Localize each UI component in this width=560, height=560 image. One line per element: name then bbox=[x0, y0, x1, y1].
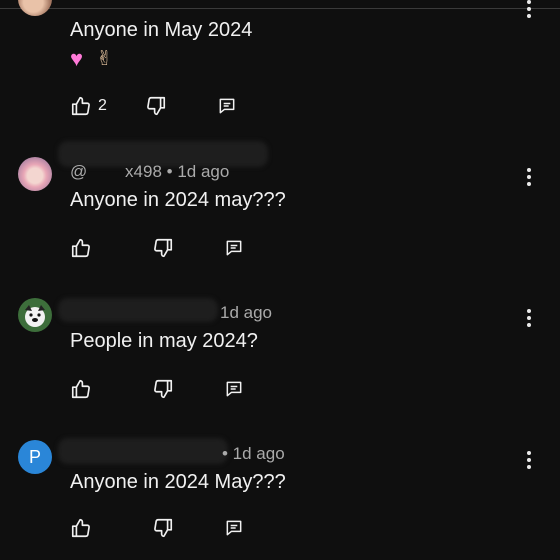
more-vert-icon[interactable] bbox=[526, 0, 532, 18]
comment-meta: @ x498 • 1d ago bbox=[70, 162, 229, 182]
comment-age: 1d ago bbox=[220, 303, 272, 322]
comment-age: • 1d ago bbox=[222, 444, 285, 463]
thumbs-up-icon bbox=[71, 379, 90, 399]
comment-meta: 1d ago bbox=[220, 303, 272, 323]
more-vert-icon[interactable] bbox=[526, 168, 532, 186]
comment-handle[interactable]: @ x498 bbox=[70, 162, 162, 181]
comment-actions bbox=[70, 236, 244, 260]
more-vert-icon[interactable] bbox=[526, 451, 532, 469]
more-vert-icon[interactable] bbox=[526, 309, 532, 327]
peace-emoji: ✌ bbox=[96, 48, 113, 70]
like-button[interactable]: 2 bbox=[70, 95, 107, 117]
comment-actions bbox=[70, 377, 244, 401]
dislike-button[interactable] bbox=[152, 378, 174, 400]
thumbs-up-icon bbox=[71, 238, 90, 258]
comment-age: • 1d ago bbox=[166, 162, 230, 181]
like-count: 2 bbox=[98, 97, 107, 114]
comment-meta: • 1d ago bbox=[222, 444, 285, 464]
comment-text: Anyone in May 2024 bbox=[70, 19, 253, 41]
comment-item: @ x498 • 1d ago Anyone in 2024 may??? bbox=[0, 141, 560, 287]
redacted-handle bbox=[58, 438, 228, 464]
thumbs-down-icon bbox=[154, 238, 173, 258]
comment-text: Anyone in 2024 May??? bbox=[70, 471, 286, 493]
like-button[interactable] bbox=[70, 237, 92, 259]
dislike-button[interactable] bbox=[152, 237, 174, 259]
comment-item: 1d ago People in may 2024? bbox=[0, 298, 560, 428]
comment-item: P • 1d ago Anyone in 2024 May??? bbox=[0, 438, 560, 560]
dislike-button[interactable] bbox=[152, 517, 174, 539]
avatar[interactable] bbox=[18, 157, 52, 191]
like-button[interactable] bbox=[70, 378, 92, 400]
comment-actions: 2 bbox=[70, 94, 237, 118]
thumbs-down-icon bbox=[154, 379, 173, 399]
avatar[interactable]: P bbox=[18, 440, 52, 474]
reply-button[interactable] bbox=[224, 379, 244, 399]
reply-icon bbox=[226, 381, 242, 397]
avatar[interactable] bbox=[18, 298, 52, 332]
redacted-handle bbox=[58, 298, 218, 322]
reply-button[interactable] bbox=[217, 96, 237, 116]
like-button[interactable] bbox=[70, 517, 92, 539]
reply-icon bbox=[219, 98, 235, 114]
thumbs-down-icon bbox=[154, 518, 173, 538]
dislike-button[interactable] bbox=[145, 95, 167, 117]
reply-button[interactable] bbox=[224, 518, 244, 538]
heart-emoji: ♥ bbox=[70, 46, 84, 71]
comment-actions bbox=[70, 516, 244, 540]
comment-item: Anyone in May 2024 ♥ ✌ 2 bbox=[0, 0, 560, 130]
reply-button[interactable] bbox=[224, 238, 244, 258]
comment-text: Anyone in 2024 may??? bbox=[70, 189, 286, 211]
thumbs-down-icon bbox=[146, 96, 165, 116]
comment-text: People in may 2024? bbox=[70, 330, 258, 352]
reply-icon bbox=[226, 240, 242, 256]
thumbs-up-icon bbox=[71, 96, 90, 116]
thumbs-up-icon bbox=[71, 518, 90, 538]
dog-avatar-icon bbox=[25, 305, 45, 327]
emoji-row: ♥ ✌ bbox=[70, 46, 118, 71]
reply-icon bbox=[226, 520, 242, 536]
avatar-letter: P bbox=[28, 446, 41, 467]
avatar[interactable] bbox=[18, 0, 52, 16]
